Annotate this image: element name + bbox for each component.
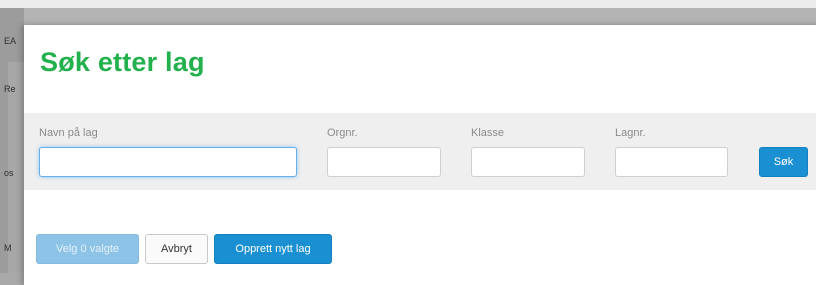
modal-title: Søk etter lag <box>40 47 205 77</box>
team-number-label: Lagnr. <box>615 127 646 139</box>
team-name-input[interactable] <box>39 147 297 177</box>
search-button[interactable]: Søk <box>759 147 808 177</box>
team-number-input[interactable] <box>615 147 728 177</box>
class-label: Klasse <box>471 127 505 139</box>
background-text-fragment: EA <box>4 36 17 46</box>
team-name-label: Navn på lag <box>39 127 98 139</box>
choose-selected-button[interactable]: Velg 0 valgte <box>36 234 139 264</box>
background-text-fragment: M <box>4 243 12 253</box>
search-panel: Navn på lag Orgnr. Klasse Lagnr. Søk <box>24 113 816 190</box>
org-number-label: Orgnr. <box>327 127 358 139</box>
org-number-input[interactable] <box>327 147 441 177</box>
create-team-button[interactable]: Opprett nytt lag <box>214 234 332 264</box>
search-team-modal: Søk etter lag Navn på lag Orgnr. Klasse … <box>24 25 816 285</box>
class-input[interactable] <box>471 147 585 177</box>
background-text-fragment: os <box>4 168 14 178</box>
cancel-button[interactable]: Avbryt <box>145 234 208 264</box>
background-top-strip <box>0 0 816 8</box>
background-text-fragment: Re <box>4 84 16 94</box>
